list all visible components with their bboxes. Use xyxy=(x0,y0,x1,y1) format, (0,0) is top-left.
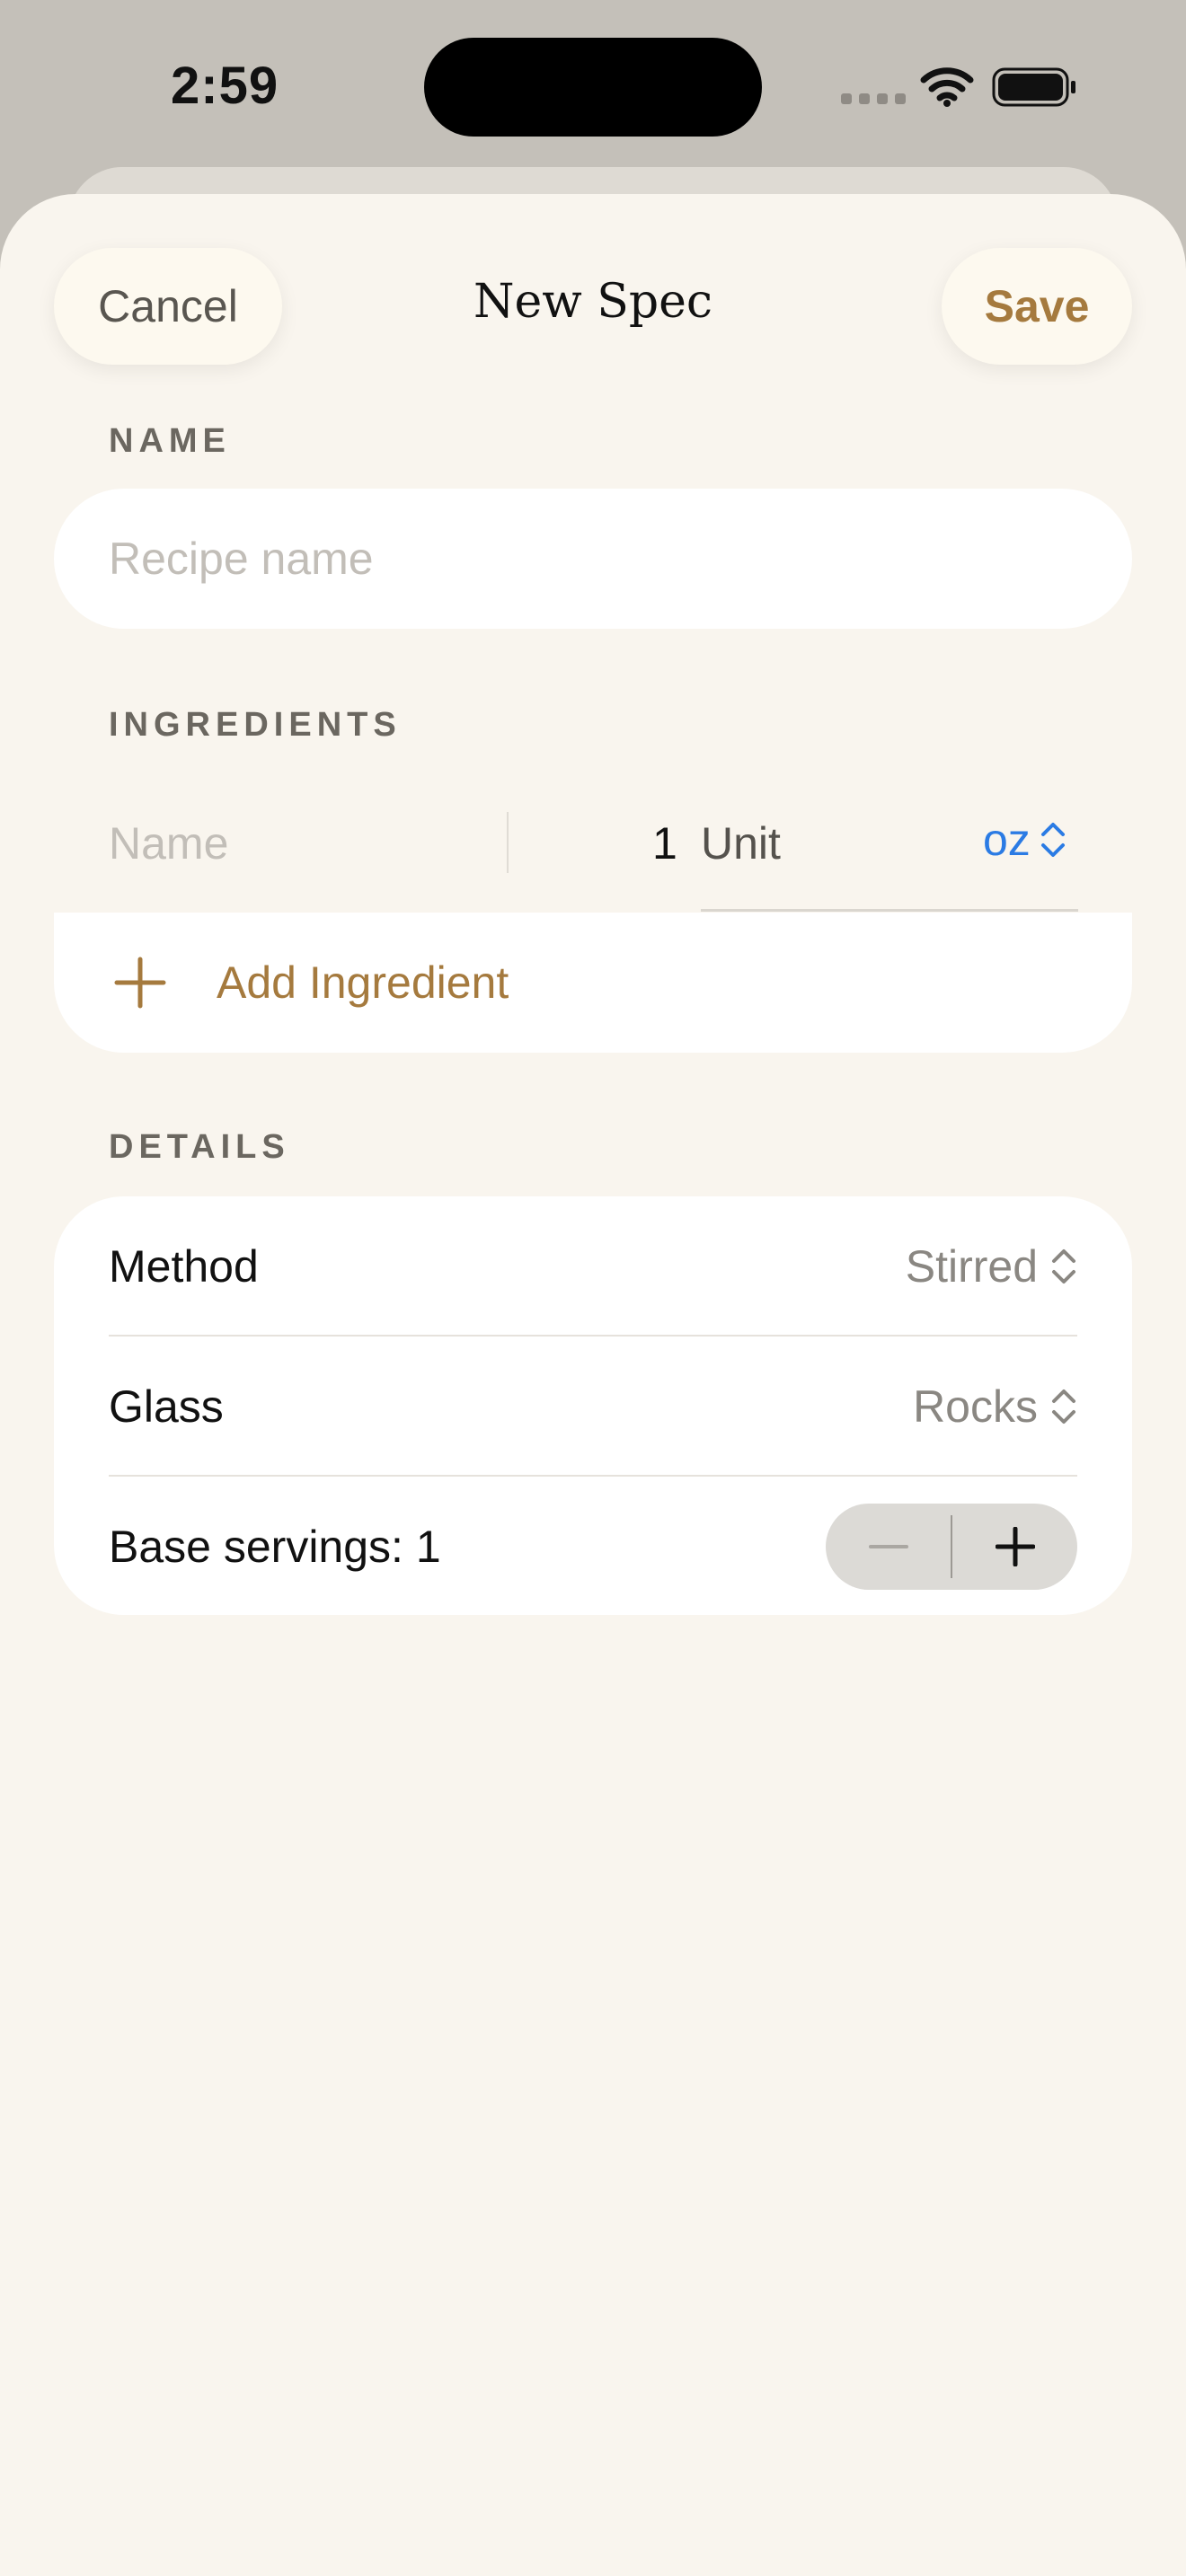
ingredients-section-header: INGREDIENTS xyxy=(109,706,402,744)
glass-value: Rocks xyxy=(913,1381,1038,1432)
unit-picker-value: oz xyxy=(983,815,1031,865)
glass-row[interactable]: Glass Rocks xyxy=(109,1337,1077,1477)
signal-icon xyxy=(841,93,906,104)
dynamic-island xyxy=(424,38,762,137)
chevron-up-down-icon xyxy=(1040,823,1065,857)
name-section-header: NAME xyxy=(109,422,231,460)
servings-label: Base servings: 1 xyxy=(109,1522,441,1572)
decrement-button[interactable] xyxy=(826,1504,951,1590)
recipe-name-placeholder: Recipe name xyxy=(109,534,374,584)
details-section-header: DETAILS xyxy=(109,1128,290,1166)
glass-picker[interactable]: Rocks xyxy=(913,1381,1077,1433)
plus-icon xyxy=(114,957,166,1009)
servings-row: Base servings: 1 xyxy=(109,1477,1077,1617)
method-picker[interactable]: Stirred xyxy=(906,1240,1077,1292)
method-label: Method xyxy=(109,1241,259,1292)
battery-icon xyxy=(992,67,1075,107)
unit-picker[interactable]: oz xyxy=(983,814,1067,866)
wifi-icon xyxy=(920,67,974,107)
ingredient-unit-label: Unit xyxy=(701,818,781,869)
ingredient-unit-underline xyxy=(701,909,1078,912)
add-ingredient-label: Add Ingredient xyxy=(217,957,509,1008)
glass-label: Glass xyxy=(109,1381,224,1432)
chevron-up-down-icon xyxy=(1052,1249,1075,1284)
method-value: Stirred xyxy=(905,1241,1038,1292)
servings-stepper[interactable] xyxy=(826,1504,1077,1590)
ingredient-name-input[interactable]: Name xyxy=(109,817,228,869)
ingredient-row-divider xyxy=(507,812,509,873)
recipe-name-input[interactable]: Recipe name xyxy=(54,489,1132,629)
minus-icon xyxy=(868,1545,908,1548)
method-row[interactable]: Method Stirred xyxy=(109,1196,1077,1337)
add-ingredient-button[interactable]: Add Ingredient xyxy=(54,913,1132,1053)
ingredient-amount-input[interactable]: 1 xyxy=(652,817,677,869)
save-button[interactable]: Save xyxy=(942,248,1132,365)
chevron-up-down-icon xyxy=(1052,1389,1075,1424)
increment-button[interactable] xyxy=(952,1504,1077,1590)
plus-icon xyxy=(995,1527,1035,1566)
status-time: 2:59 xyxy=(171,57,279,115)
details-card: Method Stirred Glass Rocks Base servings… xyxy=(54,1196,1132,1615)
